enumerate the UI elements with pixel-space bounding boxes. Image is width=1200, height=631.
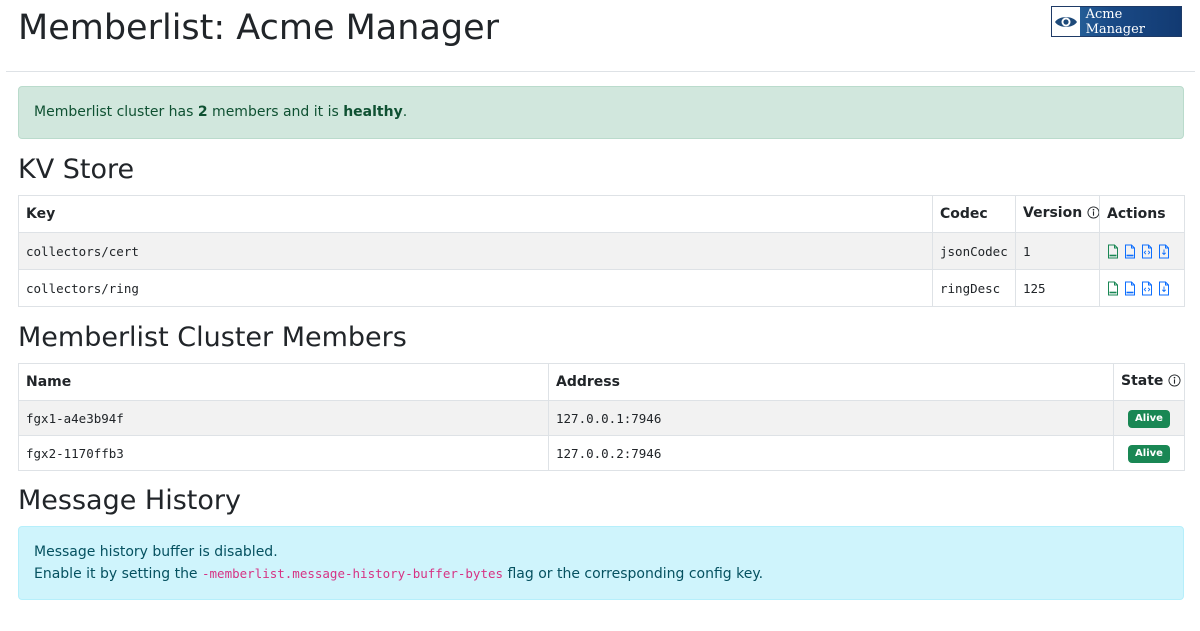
status-prefix: Memberlist cluster has [34,104,198,120]
download-file-icon[interactable] [1158,244,1170,259]
kv-header-row: Key Codec Version Actions [18,195,1185,233]
kv-key-cell: collectors/cert [18,232,933,270]
member-name-cell: fgx1-a4e3b94f [18,400,549,436]
status-badge: Alive [1128,444,1170,463]
kv-version-cell: 125 [1015,269,1100,307]
kv-actions-cell [1099,269,1185,307]
column-header-key: Key [18,195,933,233]
status-badge: Alive [1128,409,1170,428]
message-history-alert: Message history buffer is disabled. Enab… [18,526,1184,600]
brand-logo[interactable]: Acme Manager [1051,6,1182,37]
kv-actions-cell [1099,232,1185,270]
kv-codec-cell: ringDesc [932,269,1016,307]
member-state-cell: Alive [1113,435,1185,471]
eye-icon [1052,7,1080,36]
info-icon[interactable] [1168,374,1181,391]
column-header-state: State [1113,363,1185,401]
column-header-actions: Actions [1099,195,1185,233]
logo-text: Acme Manager [1085,6,1146,37]
member-count: 2 [197,104,208,120]
config-flag: -memberlist.message-history-buffer-bytes [202,566,504,581]
json-file-icon[interactable] [1107,244,1119,259]
column-header-address: Address [548,363,1114,401]
table-row: collectors/ring ringDesc 125 [18,269,1185,307]
member-name-cell: fgx2-1170ffb3 [18,435,549,471]
members-table: Name Address State fgx1-a4e3b94f 127.0.0… [18,363,1185,471]
table-row: fgx1-a4e3b94f 127.0.0.1:7946 Alive [18,400,1185,436]
line2-suffix: flag or the corresponding config key. [503,566,764,582]
member-state-cell: Alive [1113,400,1185,436]
message-history-line1: Message history buffer is disabled. [34,544,278,560]
json-pretty-file-icon[interactable] [1124,281,1136,296]
column-header-version: Version [1015,195,1100,233]
status-suffix: . [402,104,408,120]
json-pretty-file-icon[interactable] [1124,244,1136,259]
member-address-cell: 127.0.0.2:7946 [548,435,1114,471]
message-history-line2: Enable it by setting the -memberlist.mes… [34,563,1168,585]
info-icon[interactable] [1087,206,1099,223]
code-file-icon[interactable] [1141,281,1153,296]
table-row: fgx2-1170ffb3 127.0.0.2:7946 Alive [18,435,1185,471]
kv-store-title: KV Store [18,154,135,185]
code-file-icon[interactable] [1141,244,1153,259]
members-header-row: Name Address State [18,363,1185,401]
kv-store-table: Key Codec Version Actions collectors/cer… [18,195,1185,307]
column-header-version-label: Version [1023,205,1083,221]
status-middle: members and it is [207,104,344,120]
table-row: collectors/cert jsonCodec 1 [18,232,1185,270]
column-header-name: Name [18,363,549,401]
line2-prefix: Enable it by setting the [34,566,202,582]
cluster-status-alert: Memberlist cluster has 2 members and it … [18,86,1184,139]
download-file-icon[interactable] [1158,281,1170,296]
column-header-codec: Codec [932,195,1016,233]
kv-codec-cell: jsonCodec [932,232,1016,270]
members-title: Memberlist Cluster Members [18,322,407,353]
kv-version-cell: 1 [1015,232,1100,270]
page: Memberlist: Acme Manager Acme Manager Me… [0,0,1200,631]
member-address-cell: 127.0.0.1:7946 [548,400,1114,436]
kv-key-cell: collectors/ring [18,269,933,307]
message-history-title: Message History [18,485,241,516]
json-file-icon[interactable] [1107,281,1119,296]
health-status: healthy [343,104,403,120]
page-header: Memberlist: Acme Manager Acme Manager [6,0,1195,72]
column-header-state-label: State [1121,373,1164,389]
page-title: Memberlist: Acme Manager [18,8,500,48]
